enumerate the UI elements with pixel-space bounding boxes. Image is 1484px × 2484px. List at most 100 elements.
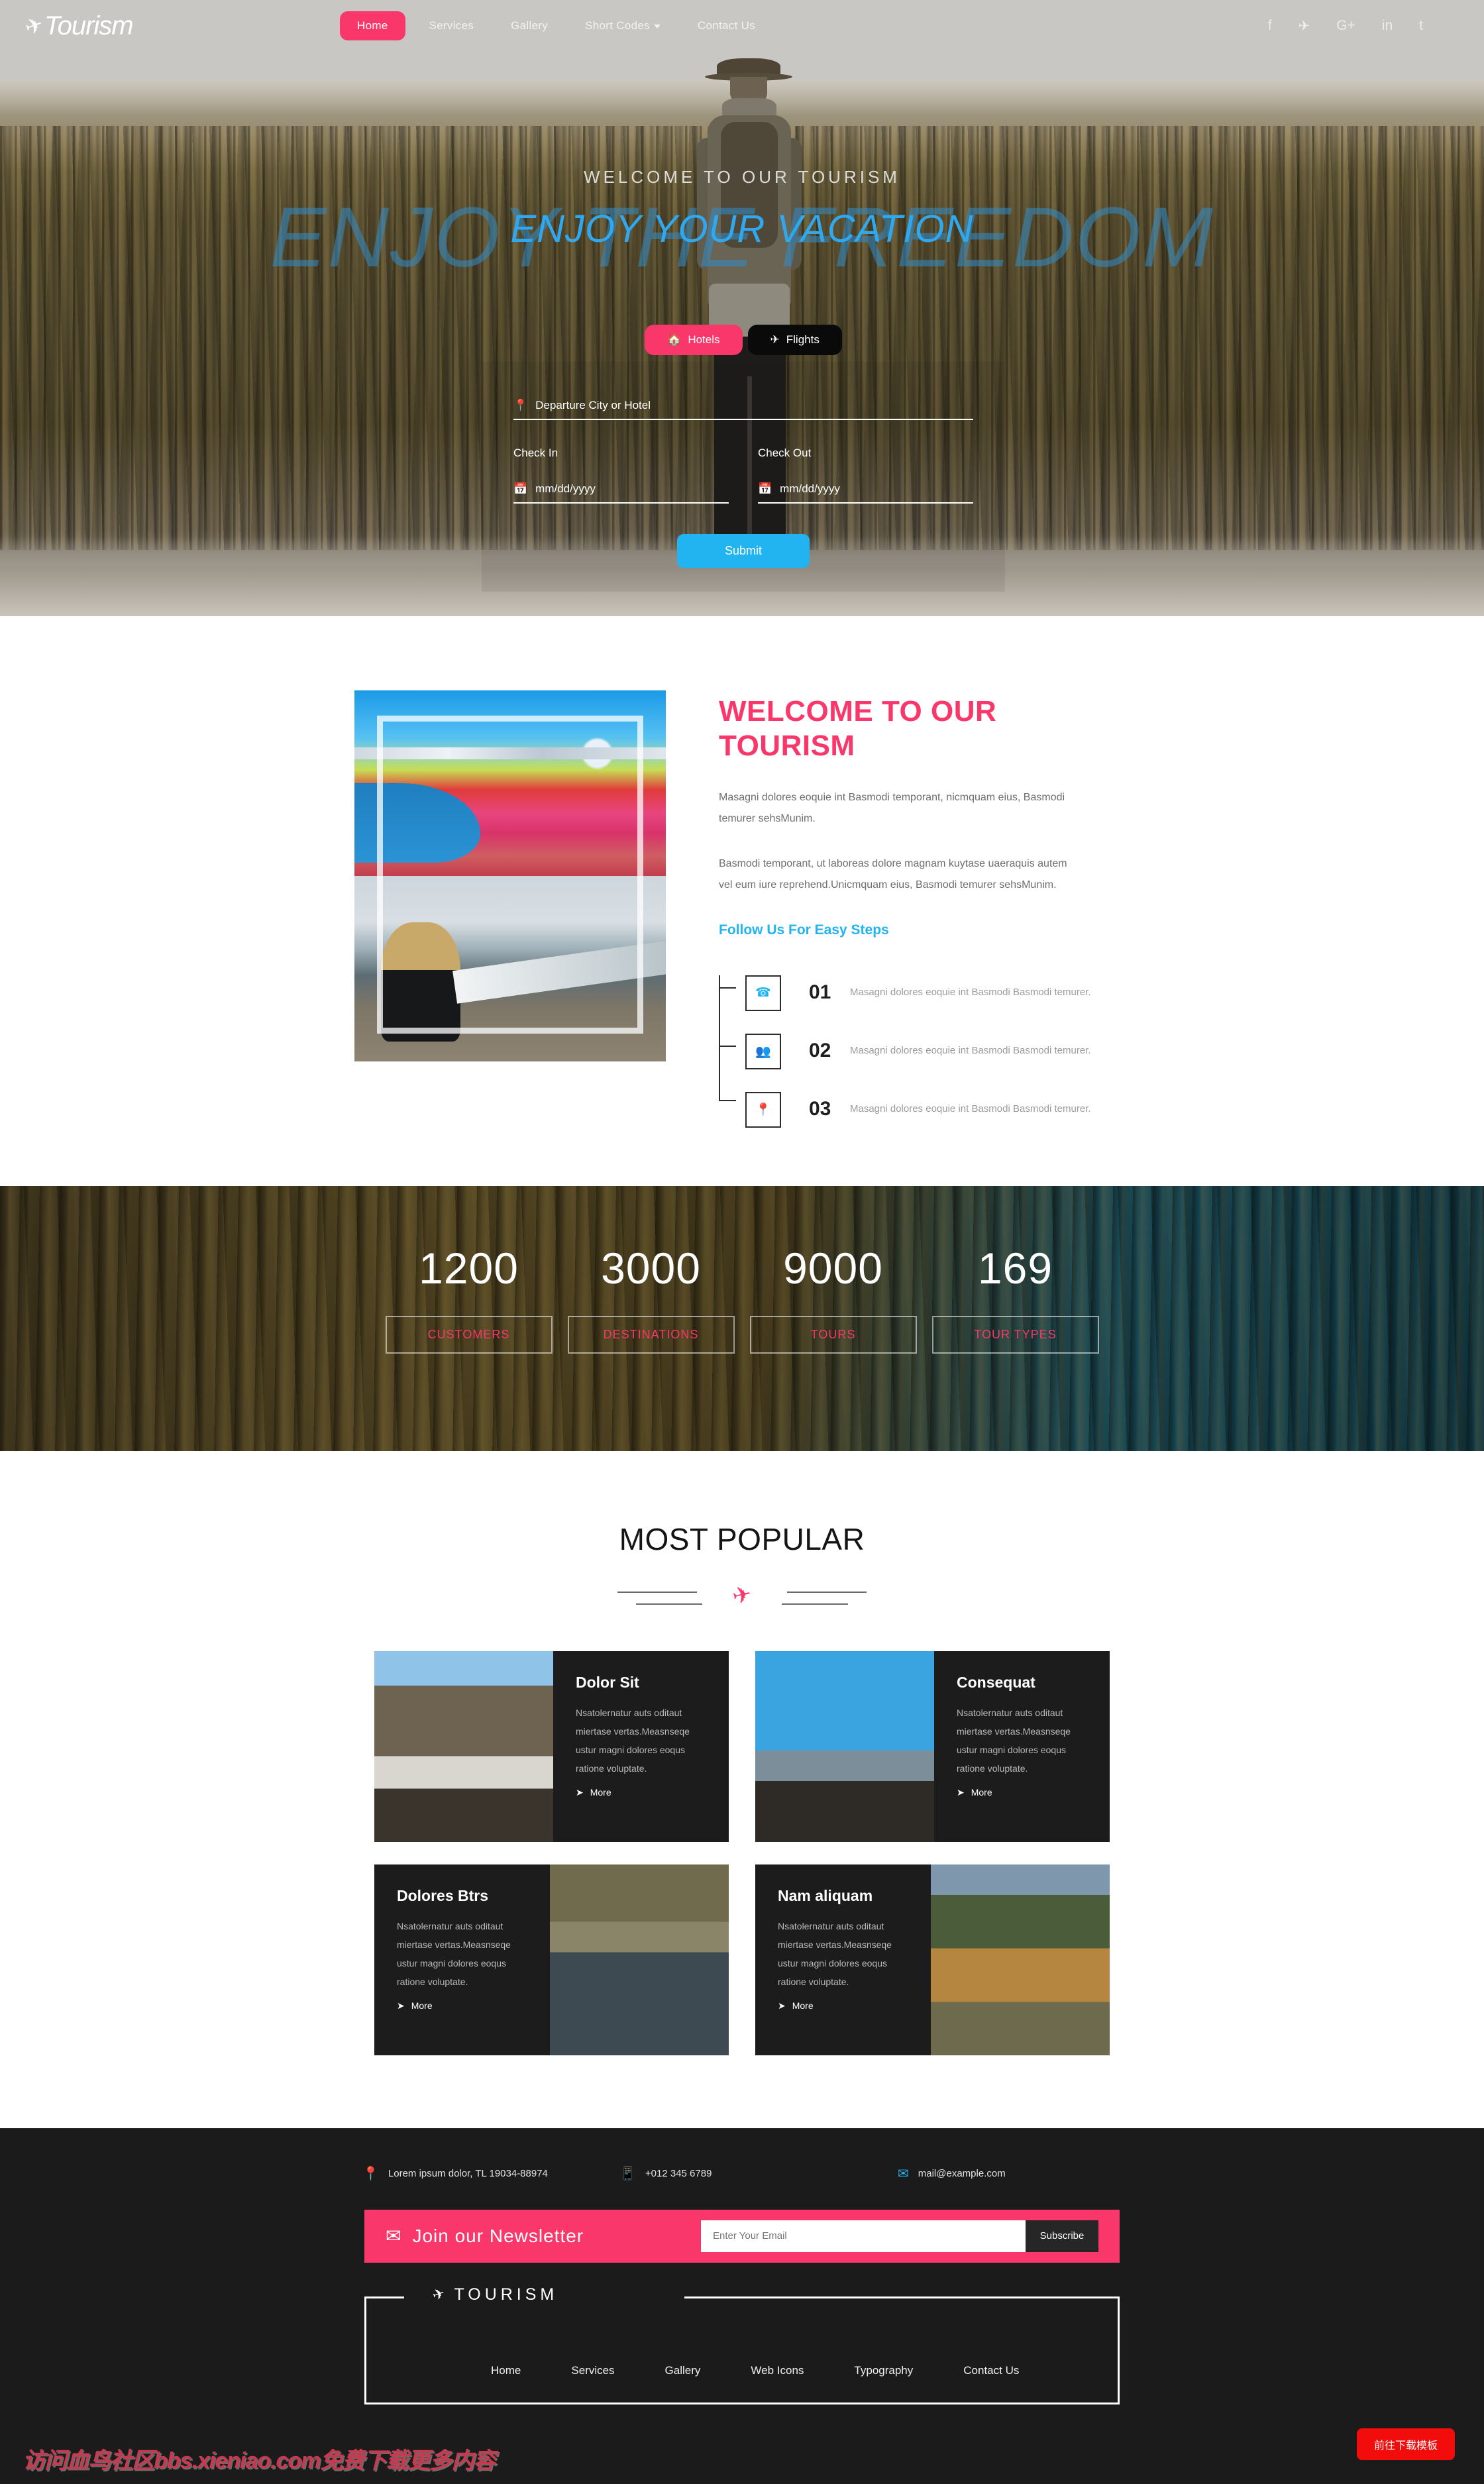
footer-nav-typography[interactable]: Typography [829, 2364, 938, 2377]
footer-email: ✉ mail@example.com [898, 2165, 1006, 2182]
card-more-link[interactable]: ➤ More [397, 2000, 530, 2012]
submit-button[interactable]: Submit [677, 534, 810, 568]
section-divider: ✈ [603, 1581, 881, 1609]
nav-item-services[interactable]: Services [411, 19, 493, 32]
section-title: MOST POPULAR [619, 1521, 865, 1556]
google-plus-icon[interactable]: G+ [1336, 18, 1355, 34]
checkin-label: Check In [513, 447, 558, 459]
footer-nav-services[interactable]: Services [546, 2364, 639, 2377]
welcome-paragraph-2: Basmodi temporant, ut laboreas dolore ma… [719, 857, 1067, 891]
footer-email-text: mail@example.com [918, 2167, 1006, 2179]
checkout-value: mm/dd/yyyy [780, 482, 840, 495]
tab-flights[interactable]: ✈ Flights [747, 325, 842, 355]
checkin-field: Check In 📅 mm/dd/yyyy [513, 447, 729, 504]
newsletter-email-input[interactable] [701, 2220, 1026, 2252]
most-popular-section: MOST POPULAR ✈ Dolor Sit Nsatolernatur a… [0, 1450, 1484, 2128]
plane-icon: ✈ [730, 1581, 754, 1610]
footer-nav-contact-us[interactable]: Contact Us [938, 2364, 1044, 2377]
checkout-input[interactable]: 📅 mm/dd/yyyy [758, 482, 973, 504]
tab-hotels-label: Hotels [688, 333, 720, 346]
card-more-label: More [792, 2000, 814, 2012]
tumblr-icon[interactable]: t [1419, 18, 1423, 34]
popular-card[interactable]: Dolor Sit Nsatolernatur auts oditaut mie… [374, 1650, 729, 1842]
step-number: 02 [809, 1039, 831, 1061]
welcome-content: WELCOME TO OUR TOURISM Masagni dolores e… [719, 690, 1130, 1138]
card-image [931, 1864, 1110, 2055]
booking-tabs: 🏠 Hotels ✈ Flights [482, 325, 1005, 355]
step-description: Masagni dolores eoquie int Basmodi Basmo… [850, 1044, 1091, 1056]
footer-bottom: 访问血鸟社区bbs.xieniao.com免费下载更多内容 前往下载模板 [0, 2404, 1484, 2484]
linkedin-icon[interactable]: in [1382, 18, 1393, 34]
nav-item-short-codes[interactable]: Short Codes [566, 19, 679, 32]
facebook-icon[interactable]: f [1268, 18, 1272, 34]
popular-card[interactable]: Nam aliquam Nsatolernatur auts oditaut m… [755, 1864, 1110, 2055]
arrow-share-icon: ➤ [576, 1786, 584, 1798]
home-icon: 🏠 [667, 333, 682, 346]
tab-flights-label: Flights [786, 333, 820, 346]
newsletter-label: ✉ Join our Newsletter [386, 2225, 584, 2247]
card-image [755, 1650, 934, 1842]
nav-item-contact-us[interactable]: Contact Us [679, 19, 774, 32]
footer-logo-label: TOURISM [454, 2285, 558, 2304]
nav-item-home[interactable]: Home [340, 11, 405, 40]
logo-label: Tourism [44, 11, 134, 40]
welcome-paragraph-1: Masagni dolores eoquie int Basmodi tempo… [719, 791, 1065, 824]
footer-nav-web-icons[interactable]: Web Icons [725, 2364, 829, 2377]
footer-address-text: Lorem ipsum dolor, TL 19034-88974 [388, 2167, 548, 2179]
hero-section: ✈ Tourism Home Services Gallery Short Co… [0, 0, 1484, 616]
steps-list: ☎ 01 Masagni dolores eoquie int Basmodi … [719, 963, 1130, 1138]
card-text: Nsatolernatur auts oditaut miertase vert… [778, 1920, 892, 1987]
subscribe-button[interactable]: Subscribe [1026, 2220, 1098, 2252]
map-pin-icon: 📍 [362, 2166, 379, 2181]
page-root: ✈ Tourism Home Services Gallery Short Co… [0, 0, 1484, 2484]
destination-input[interactable]: 📍 Departure City or Hotel [513, 399, 973, 420]
card-more-link[interactable]: ➤ More [576, 1787, 709, 1798]
social-links: f ✈ G+ in t [1268, 0, 1423, 52]
popular-cards: Dolor Sit Nsatolernatur auts oditaut mie… [374, 1650, 1110, 2055]
card-image [550, 1864, 729, 2055]
checkin-value: mm/dd/yyyy [535, 482, 596, 495]
main-nav: Home Services Gallery Short Codes Contac… [335, 0, 774, 52]
gallery-image-flowers [354, 690, 666, 876]
counter-label: CUSTOMERS [385, 1315, 553, 1354]
tab-hotels[interactable]: 🏠 Hotels [645, 325, 743, 355]
footer-nav-home[interactable]: Home [466, 2364, 546, 2377]
download-template-button[interactable]: 前往下载模板 [1356, 2428, 1455, 2460]
welcome-title: WELCOME TO OUR TOURISM [719, 695, 997, 762]
twitter-icon[interactable]: ✈ [1298, 18, 1310, 34]
envelope-icon: ✉ [898, 2166, 909, 2181]
popular-card[interactable]: Consequat Nsatolernatur auts oditaut mie… [755, 1650, 1110, 1842]
counter-label: TOURS [749, 1315, 917, 1354]
site-logo[interactable]: ✈ Tourism [22, 11, 134, 41]
popular-card[interactable]: Dolores Btrs Nsatolernatur auts oditaut … [374, 1864, 729, 2055]
step-number: 03 [809, 1097, 831, 1120]
step-number: 01 [809, 981, 831, 1003]
booking-form: 📍 Departure City or Hotel Check In 📅 mm/… [482, 362, 1005, 592]
plane-icon: ✈ [430, 2284, 447, 2304]
mobile-icon: 📱 [619, 2166, 636, 2181]
footer-nav: Home Services Gallery Web Icons Typograp… [466, 2364, 1044, 2377]
calendar-icon: 📅 [513, 482, 528, 495]
calendar-icon: 📅 [758, 482, 772, 495]
card-more-link[interactable]: ➤ More [957, 1787, 1090, 1798]
counter-label: DESTINATIONS [567, 1315, 735, 1354]
counter-value: 3000 [601, 1243, 701, 1293]
counter-tours: 9000 TOURS [742, 1243, 924, 1354]
checkin-input[interactable]: 📅 mm/dd/yyyy [513, 482, 729, 504]
footer-logo[interactable]: ✈ TOURISM [430, 2284, 558, 2304]
card-image [374, 1650, 553, 1842]
card-text: Nsatolernatur auts oditaut miertase vert… [957, 1707, 1071, 1774]
phone-icon: ☎ [745, 975, 781, 1011]
card-more-label: More [411, 2000, 433, 2012]
card-title: Dolores Btrs [397, 1886, 489, 1904]
footer-contact-row: 📍 Lorem ipsum dolor, TL 19034-88974 📱 +0… [354, 2165, 1130, 2182]
arrow-share-icon: ➤ [778, 2000, 786, 2011]
footer-nav-gallery[interactable]: Gallery [640, 2364, 726, 2377]
card-title: Dolor Sit [576, 1673, 639, 1691]
card-more-link[interactable]: ➤ More [778, 2000, 911, 2012]
nav-item-gallery[interactable]: Gallery [492, 19, 566, 32]
nav-item-short-codes-label: Short Codes [585, 19, 650, 32]
chevron-down-icon [653, 24, 661, 28]
footer-phone-text: +012 345 6789 [645, 2167, 712, 2179]
hero-subtitle: WELCOME TO OUR TOURISM [584, 167, 900, 187]
